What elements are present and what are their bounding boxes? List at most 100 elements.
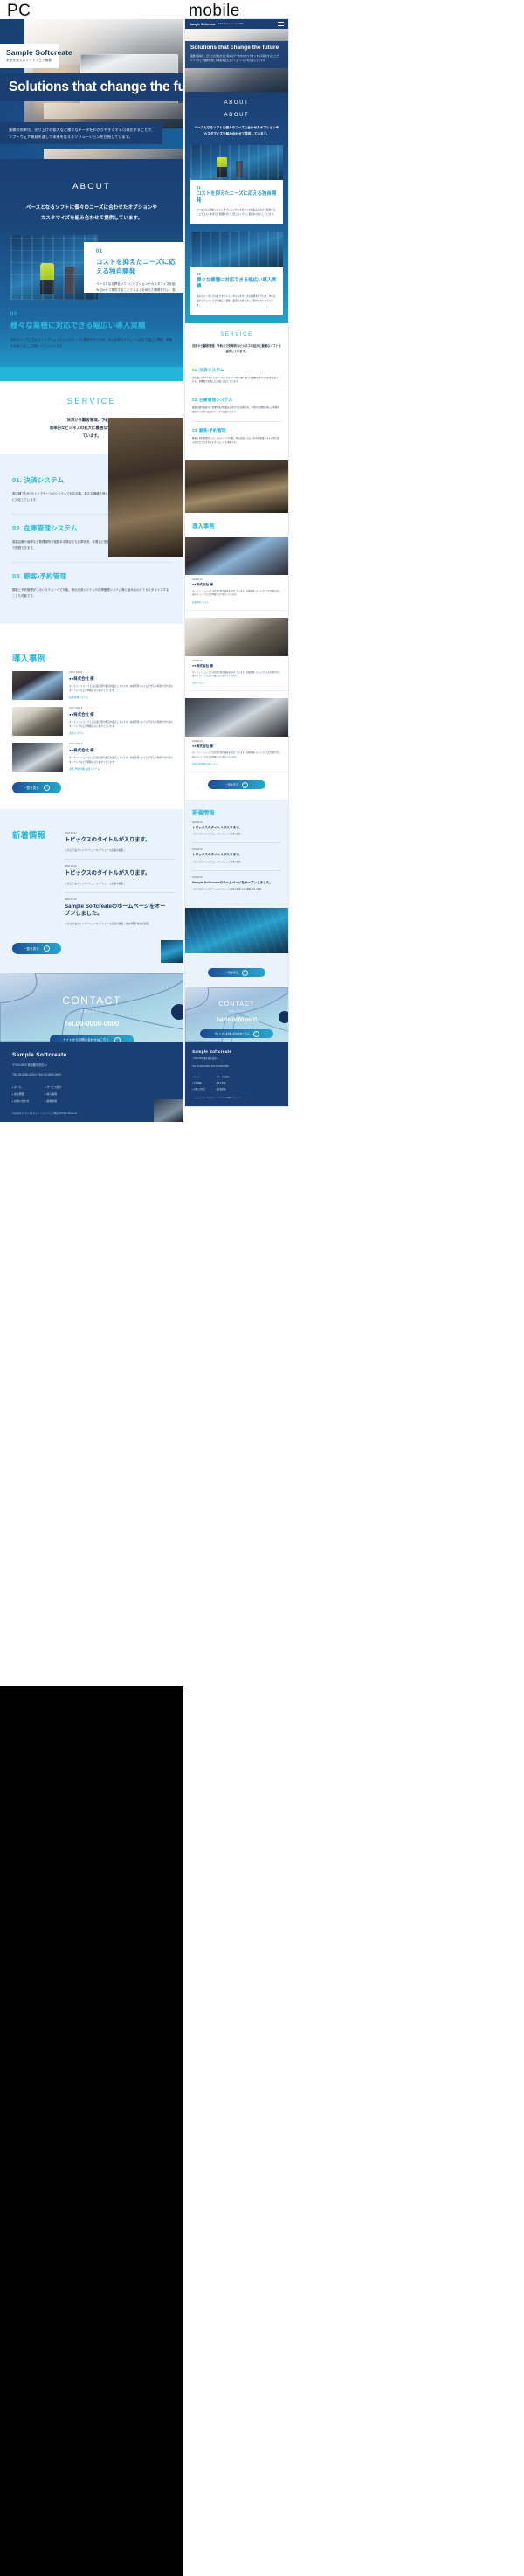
news-list-button[interactable]: 一覧を見る › [208,968,265,977]
service-divider-bar [0,366,183,381]
service-item-text: 実店舗でもECサイトでも一つのシステムで対応可能。新たな機器を導入する必要はあり… [192,376,280,384]
case-tag[interactable]: 決済システム [69,731,175,735]
case-meta: 2022.09.20 ●●株式会社 様 オンラインショップと実店舗で服や雑貨を販… [69,671,175,700]
footer-link-column-2: サービス紹介 導入事例 新着情報 [45,1085,61,1103]
about-heading: ABOUT [224,100,250,106]
news-item[interactable]: 2022.09.20 トピックスのタイトルが入ります。 この上で右クリック・「ニ… [192,843,281,871]
case-tag[interactable]: 決済システム [192,681,281,684]
about-card-text: 個々のニーズに合わせてオプションやカスタマイズの開発を行うため、中小企業からチェ… [10,337,173,348]
footer-link-service[interactable]: サービス紹介 [216,1075,230,1078]
footer-link-columns: ホーム 会社概要 お問い合わせ サービス紹介 導入事例 新着情報 [192,1075,281,1091]
about-heading: ABOUT [72,182,111,191]
hamburger-menu-icon[interactable] [278,22,284,26]
service-item[interactable]: 02. 在庫管理システム 複数店舗や倉庫など管理場所が複数ある場合でも在庫状況、… [192,391,281,423]
cases-list-button-label: 一覧を見る [225,783,238,787]
pc-site-logo[interactable]: Sample Softcreate 未来を変えるソフトウェア開発 [0,44,72,68]
news-list-button-label: 一覧を見る [24,947,39,952]
news-desc: この上で右クリック・「ニュース」・「ニュース記事の編集」 [65,848,127,853]
service-item-title: 03. 顧客・予約管理 [192,429,226,434]
case-tag[interactable]: 在庫管理システム [69,696,175,699]
tablet-pos-photo [185,536,288,575]
service-item-text: 顧客と予約管理がこのシステム一つで可能。他の決済システムや在庫管理システム等と組… [192,437,279,444]
chevron-right-icon: › [241,969,248,976]
case-row[interactable]: 2022.09.20 ●●株式会社 様 オンラインショップと実店舗で服や雑貨を販… [0,664,183,701]
mobile-brand-name[interactable]: Sample Softcreate [190,23,216,26]
news-item[interactable]: 2022.09.22 トピックスのタイトルが入ります。 この上で右クリック・「ニ… [65,827,175,861]
mobile-cases-section: 導入事例 2022.09.20 ●●株式会社 様 オンラインショップと実店舗で服… [185,512,288,800]
footer-link-news[interactable]: 新着情報 [216,1087,229,1091]
about-card-text: ベースとなる弊社ソフトにオプションやカスタマイズを組み合わせて提供することでコス… [96,281,176,298]
footer-link-service[interactable]: サービス紹介 [45,1085,61,1089]
case-text: オンラインショップと実店舗で服や雑貨を販売しています。在庫管理システムで仕入れ時… [192,752,280,758]
news-thumbnail-photo [161,940,183,964]
contact-form-button[interactable]: サイトからお問い合わせはこちら › [50,1035,134,1042]
footer-link-company[interactable]: 会社概要 [12,1092,29,1096]
case-item[interactable]: 2022.09.19 ●●株式会社 様 オンラインショップと実店舗で服や雑貨を販… [185,698,288,773]
news-list-button[interactable]: 一覧を見る › [12,943,61,955]
mobile-service-section: SERVICE 決済から顧客管理、予約まで効率的なビジネスの拡大に最適なソフトを… [185,322,288,460]
service-heading: SERVICE [220,331,253,337]
mobile-news-section: 新着情報 2022.09.22 トピックスのタイトルが入ります。 この上で右クリ… [185,800,288,908]
news-title: トピックスのタイトルが入ります。 [192,826,243,830]
contact-phone[interactable]: Tel.00-0000-0000 [0,1020,183,1028]
footer-link-cases[interactable]: 導入事例 [216,1081,229,1084]
case-tag[interactable]: 在庫管理システム [192,600,281,604]
pc-hero-section: Sample Softcreate 未来を変えるソフトウェア開発 Solutio… [0,19,183,159]
service-item-list: 01. 決済システム 実店舗でもECサイトでも一つのシステムで対応可能。新たな機… [185,355,288,455]
chevron-right-icon: › [43,945,50,952]
footer-link-home[interactable]: ホーム [192,1075,205,1078]
contact-phone[interactable]: Tel.00-0000-0000 [185,1018,288,1023]
mobile-payment-photo [185,698,288,737]
footer-link-column-1: ホーム 会社概要 お問い合わせ [12,1085,29,1103]
footer-link-column-2: サービス紹介 導入事例 新着情報 [216,1075,230,1091]
contact-title: CONTACT [218,1001,255,1008]
mobile-brand-tagline: 未来を変えるソフトウェア開発 [217,24,244,25]
warehouse-shelves-photo [108,417,183,557]
case-company: ●●株式会社 様 [69,676,94,682]
service-lead: 決済から顧客管理、予約まで効率的なビジネスの拡大に最適なソフトを提供しています。 [192,343,281,354]
news-item-list: 2022.09.22 トピックスのタイトルが入ります。 この上で右クリック・「ニ… [65,827,175,932]
cases-list-button-label: 一覧を見る [24,786,39,791]
cases-list-button[interactable]: 一覧を見る › [12,782,61,794]
footer-link-home[interactable]: ホーム [12,1085,29,1089]
footer-link-contact[interactable]: お問い合わせ [192,1087,206,1091]
hero-title: Solutions that change the future [190,45,279,51]
hero-subtitle: 業務の効率化、売り上げの拡大など様々なデータをわかりやすくする可視化することで、… [190,55,281,63]
cases-list-button[interactable]: 一覧を見る › [208,780,265,790]
news-title: Sample Softcreateのホームページをオープンしました。 [65,903,166,918]
news-item[interactable]: 2022.09.20 Sample Softcreateのホームページをオープン… [65,893,175,932]
case-tag[interactable]: 決済・予約管理・在庫システム [69,767,175,771]
chevron-right-icon: › [43,785,50,792]
contact-content: CONTACT お問い合わせ Tel.00-0000-0000 サイトからお問い… [185,987,288,1038]
footer-link-contact[interactable]: お問い合わせ [12,1099,29,1103]
news-item[interactable]: 2022.09.20 Sample Softcreateのホームページをオープン… [192,871,281,897]
case-row[interactable]: 2022.09.20 ●●株式会社 様 オンラインショップと実店舗で服や雑貨を販… [0,700,183,737]
about-card-number: 01 [96,248,103,254]
news-desc: この上で右クリック・「ニュース」・「ニュース記事の編集」 [65,881,127,885]
hero-title: Solutions that change the future [9,80,183,94]
case-text: オンラインショップと実店舗で服や雑貨を販売しています。在庫管理システムで仕入れ時… [192,671,280,677]
service-item[interactable]: 03. 顧客・予約管理 顧客と予約管理がこのシステム一つで可能。他の決済システム… [12,563,171,610]
mobile-contact-section: CONTACT お問い合わせ Tel.00-0000-0000 サイトからお問い… [185,987,288,1042]
case-text: オンラインショップと実店舗で服や雑貨を販売しています。在庫管理システムで仕入れ時… [69,685,173,693]
footer-link-news[interactable]: 新着情報 [45,1099,61,1103]
case-tag[interactable]: 決済・予約管理・在庫システム [192,762,281,765]
service-item[interactable]: 03. 顧客・予約管理 顧客と予約管理がこのシステム一つで可能。他の決済システム… [192,422,281,452]
case-row[interactable]: 2022.09.19 ●●株式会社 様 オンラインショップと実店舗で服や雑貨を販… [0,736,183,772]
mobile-header-bar: Sample Softcreate 未来を変えるソフトウェア開発 [185,19,288,29]
service-item[interactable]: 01. 決済システム 実店舗でもECサイトでも一つのシステムで対応可能。新たな機… [192,362,281,392]
case-item[interactable]: 2022.09.20 ●●株式会社 様 オンラインショップと実店舗で服や雑貨を販… [185,617,288,692]
footer-link-cases[interactable]: 導入事例 [45,1092,61,1096]
case-item[interactable]: 2022.09.20 ●●株式会社 様 オンラインショップと実店舗で服や雑貨を販… [185,536,288,611]
about-card-title: コストを抑えたニーズに応える独自開発 [96,257,176,275]
news-item[interactable]: 2022.09.20 トピックスのタイトルが入ります。 この上で右クリック・「ニ… [65,860,175,893]
service-item-title: 02. 在庫管理システム [192,398,233,404]
footer-copyright: Copyright (c) サンプルサイト｜ソフトウェア開発 All Right… [192,1098,247,1100]
about-card-01: 01 コストを抑えたニーズに応える独自開発 ベースとなる弊社ソフトにオプションや… [0,234,183,300]
footer-link-company[interactable]: 会社概要 [192,1081,205,1084]
contact-form-button[interactable]: サイトからお問い合わせはこちら › [200,1029,273,1038]
case-text: オンラインショップと実店舗で服や雑貨を販売しています。在庫管理システムで仕入れ時… [192,590,280,597]
case-meta: 2022.09.19 ●●株式会社 様 オンラインショップと実店舗で服や雑貨を販… [69,743,175,772]
news-item[interactable]: 2022.09.22 トピックスのタイトルが入ります。 この上で右クリック・「ニ… [192,816,281,844]
about-card-number: 02 [196,272,201,277]
